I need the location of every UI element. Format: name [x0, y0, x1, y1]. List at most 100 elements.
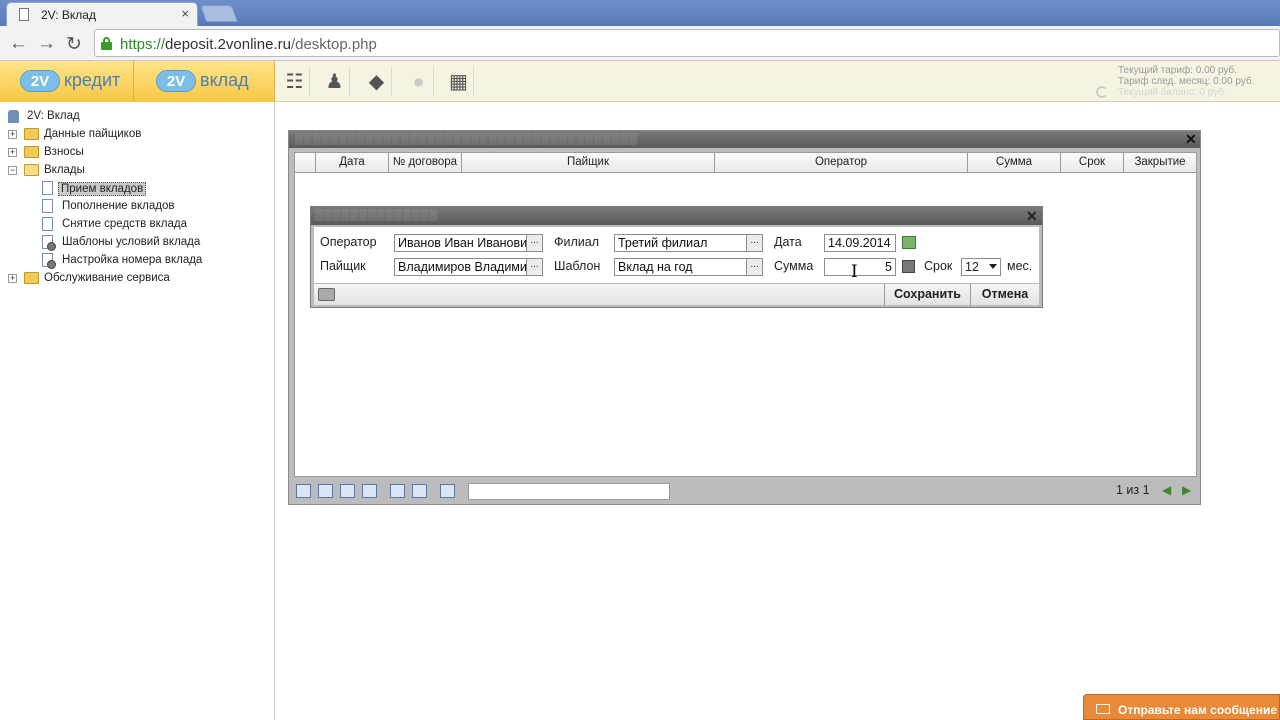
column-header-contract[interactable]: № договора — [389, 153, 462, 173]
term-label: Срок — [924, 259, 953, 273]
deposits-grid-window: ▒▒▒▒▒▒▒▒▒▒▒▒▒▒▒▒▒▒▒▒▒▒▒▒▒▒▒▒▒▒▒▒▒▒▒▒▒▒▒ … — [288, 130, 1201, 505]
blurred-title: ▒▒▒▒▒▒▒▒▒▒▒▒▒▒ — [315, 209, 439, 221]
feedback-button[interactable]: Отправьте нам сообщение — [1083, 694, 1280, 720]
tab-deposit[interactable]: 2V вклад — [134, 61, 275, 102]
operator-label: Оператор — [320, 235, 377, 249]
folder-open-icon — [24, 164, 39, 176]
app-header: 2V кредит 2V вклад ☷ ♟ ◆ ● ▦ — [0, 61, 1280, 102]
brand-name: вклад — [200, 70, 249, 90]
operator-field[interactable]: Иванов Иван Иванович — [394, 234, 527, 252]
column-header-date[interactable]: Дата — [316, 153, 389, 173]
document-icon — [42, 217, 53, 231]
refresh-icon[interactable] — [440, 484, 455, 498]
branch-field[interactable]: Третий филиал — [614, 234, 747, 252]
shareholder-field[interactable]: Владимиров Владимир — [394, 258, 527, 276]
document-settings-icon — [42, 235, 56, 251]
text-cursor-icon: I — [851, 262, 858, 282]
grid-search-input[interactable] — [468, 483, 670, 500]
document-icon — [42, 181, 53, 195]
lock-icon — [101, 37, 112, 50]
grid-window-titlebar[interactable]: ▒▒▒▒▒▒▒▒▒▒▒▒▒▒▒▒▒▒▒▒▒▒▒▒▒▒▒▒▒▒▒▒▒▒▒▒▒▒▒ — [289, 131, 1200, 148]
shareholder-label: Пайщик — [320, 259, 366, 273]
pager-text: 1 из 1 — [1116, 483, 1150, 497]
column-header-sum[interactable]: Сумма — [968, 153, 1061, 173]
brand-logo: 2V — [20, 70, 60, 92]
template-pick-button[interactable]: ... — [746, 258, 763, 276]
accounting-icon[interactable]: ☷ — [280, 67, 310, 97]
expand-icon[interactable]: + — [8, 130, 17, 139]
document-settings-icon — [42, 253, 56, 269]
back-icon[interactable]: ← — [9, 33, 28, 55]
blurred-title: ▒▒▒▒▒▒▒▒▒▒▒▒▒▒▒▒▒▒▒▒▒▒▒▒▒▒▒▒▒▒▒▒▒▒▒▒▒▒▒ — [295, 133, 638, 145]
template-field[interactable]: Вклад на год — [614, 258, 747, 276]
delete-record-icon[interactable] — [362, 484, 377, 498]
shareholder-pick-button[interactable]: ... — [526, 258, 543, 276]
grid-footer: 1 из 1 ◀ ▶ — [294, 481, 1197, 502]
new-tab-button[interactable] — [199, 5, 239, 22]
tab-title: 2V: Вклад — [41, 8, 96, 22]
browser-tabstrip: 2V: Вклад × — [0, 0, 1280, 26]
filter-icon[interactable] — [412, 484, 427, 498]
term-unit-label: мес. — [1007, 259, 1033, 273]
reload-icon[interactable]: ↻ — [66, 33, 82, 56]
view-record-icon[interactable] — [296, 484, 311, 498]
folder-icon — [24, 146, 39, 158]
close-icon[interactable]: ✕ — [1185, 131, 1197, 148]
dialog-titlebar[interactable]: ▒▒▒▒▒▒▒▒▒▒▒▒▒▒ — [311, 207, 1042, 225]
computer-icon — [8, 110, 19, 123]
column-header-closing[interactable]: Закрытие — [1124, 153, 1196, 173]
sum-label: Сумма — [774, 259, 814, 273]
branch-pick-button[interactable]: ... — [746, 234, 763, 252]
grid-body: Дата № договора Пайщик Оператор Сумма Ср… — [294, 152, 1197, 477]
template-label: Шаблон — [554, 259, 601, 273]
forward-icon[interactable]: → — [37, 33, 56, 55]
column-header-term[interactable]: Срок — [1061, 153, 1124, 173]
folder-icon — [24, 272, 39, 284]
brand-logo: 2V — [156, 70, 196, 92]
export-icon[interactable] — [390, 484, 405, 498]
dialog-form: Оператор Иванов Иван Иванович ... Филиал… — [314, 227, 1039, 283]
loading-icon — [1096, 86, 1108, 98]
date-label: Дата — [774, 235, 802, 249]
expand-icon[interactable]: + — [8, 274, 17, 283]
tab-credit[interactable]: 2V кредит — [0, 61, 134, 102]
feedback-label: Отправьте нам сообщение — [1118, 703, 1278, 717]
calculator-icon[interactable]: ▦ — [444, 67, 474, 97]
url-text: https://deposit.2vonline.ru/desktop.php — [120, 36, 377, 53]
close-icon[interactable]: ✕ — [1026, 208, 1038, 225]
tariff-info: Текущий тариф: 0.00 руб. Тариф след. мес… — [1118, 65, 1255, 98]
operator-pick-button[interactable]: ... — [526, 234, 543, 252]
page-icon — [19, 8, 29, 21]
collapse-icon[interactable]: − — [8, 166, 17, 175]
browser-tab[interactable]: 2V: Вклад × — [6, 2, 198, 26]
folder-icon — [24, 128, 39, 140]
date-field[interactable]: 14.09.2014 — [824, 234, 896, 252]
disabled-tool-icon: ● — [404, 67, 434, 97]
expand-icon[interactable]: + — [8, 148, 17, 157]
branch-label: Филиал — [554, 235, 600, 249]
address-bar[interactable]: https://deposit.2vonline.ru/desktop.php — [94, 29, 1280, 57]
printer-icon[interactable] — [318, 288, 335, 301]
calculator-icon[interactable] — [902, 260, 915, 273]
column-header-shareholder[interactable]: Пайщик — [462, 153, 715, 173]
column-header-operator[interactable]: Оператор — [715, 153, 968, 173]
next-page-icon[interactable]: ▶ — [1182, 483, 1191, 497]
copy-record-icon[interactable] — [340, 484, 355, 498]
user-icon[interactable]: ♟ — [320, 67, 350, 97]
edit-record-icon[interactable] — [318, 484, 333, 498]
help-book-icon[interactable]: ◆ — [362, 67, 392, 97]
sum-field[interactable]: 5 — [824, 258, 896, 276]
tab-close-icon[interactable]: × — [181, 6, 189, 21]
cancel-button[interactable]: Отмена — [970, 284, 1039, 306]
column-header-select[interactable] — [295, 153, 316, 173]
envelope-icon — [1096, 704, 1110, 714]
sidebar-tree: 2V: Вклад + Данные пайщиков + Взносы − В… — [0, 102, 275, 720]
dialog-footer: Сохранить Отмена — [314, 283, 1039, 306]
calendar-icon[interactable] — [902, 236, 916, 249]
prev-page-icon[interactable]: ◀ — [1162, 483, 1171, 497]
term-select[interactable]: 12 — [961, 258, 1001, 276]
document-icon — [42, 199, 53, 213]
save-button[interactable]: Сохранить — [884, 284, 970, 306]
brand-name: кредит — [64, 70, 121, 90]
deposit-dialog: ▒▒▒▒▒▒▒▒▒▒▒▒▒▒ ✕ Оператор Иванов Иван Ив… — [310, 206, 1043, 308]
